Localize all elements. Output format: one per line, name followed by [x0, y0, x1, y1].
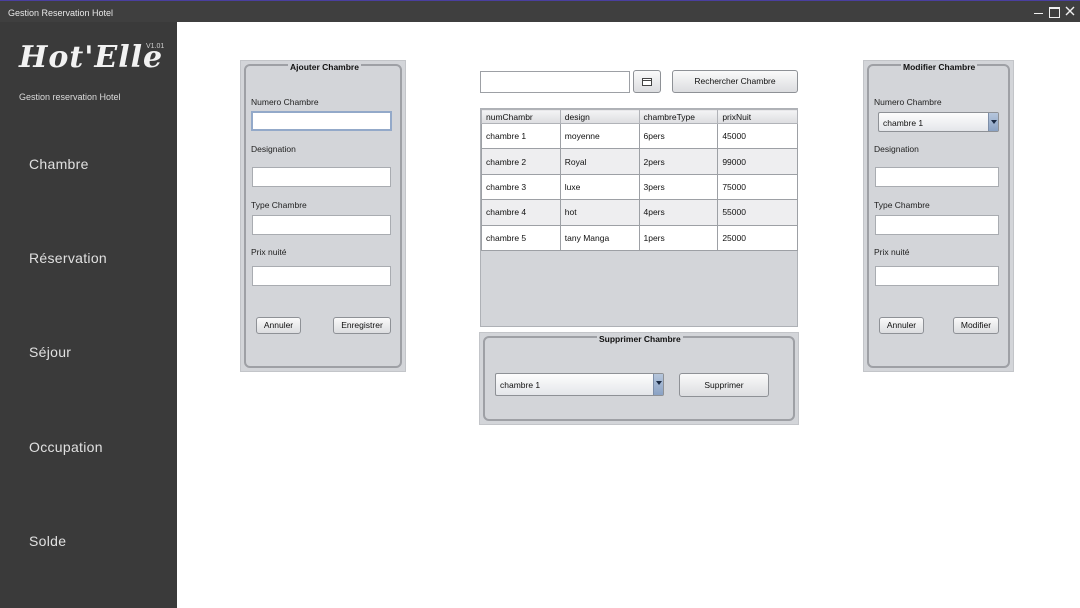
- table-cell[interactable]: 55000: [717, 199, 798, 226]
- window-title: Gestion Reservation Hotel: [8, 8, 114, 18]
- add-room-panel: Ajouter Chambre Numero Chambre Designati…: [240, 60, 406, 372]
- table-row[interactable]: chambre 2 Royal 2pers 99000: [481, 148, 798, 175]
- close-icon[interactable]: [1063, 4, 1077, 18]
- numero-input[interactable]: [253, 113, 390, 129]
- edit-room-selected: chambre 1: [883, 118, 924, 128]
- table-row[interactable]: chambre 5 tany Manga 1pers 25000: [481, 224, 798, 251]
- edit-numero-label: Numero Chambre: [874, 97, 942, 107]
- edit-type-input[interactable]: [876, 216, 998, 234]
- table-cell[interactable]: 75000: [717, 173, 798, 201]
- delete-room-select[interactable]: chambre 1: [495, 373, 664, 396]
- table-cell[interactable]: tany Manga: [559, 224, 640, 251]
- search-room-button[interactable]: Rechercher Chambre: [672, 70, 798, 93]
- search-field[interactable]: [480, 71, 630, 93]
- col-header-prixnuit[interactable]: prixNuit: [717, 109, 798, 124]
- sidebar-item-solde[interactable]: Solde: [29, 533, 66, 549]
- chevron-down-icon[interactable]: [653, 374, 663, 395]
- table-cell[interactable]: hot: [559, 199, 640, 226]
- sidebar: Hot'Elle V1.01 Gestion reservation Hotel…: [0, 22, 177, 608]
- edit-cancel-button[interactable]: Annuler: [879, 317, 924, 334]
- table-cell[interactable]: luxe: [559, 173, 640, 201]
- prix-field[interactable]: [252, 266, 391, 286]
- search-icon-button[interactable]: [633, 70, 661, 93]
- edit-room-select[interactable]: chambre 1: [878, 112, 999, 132]
- designation-field[interactable]: [252, 167, 391, 187]
- title-bar: Gestion Reservation Hotel: [0, 0, 1080, 22]
- table-cell[interactable]: 25000: [717, 224, 798, 251]
- table-cell[interactable]: 99000: [717, 148, 798, 175]
- designation-label: Designation: [251, 144, 296, 154]
- delete-room-title: Supprimer Chambre: [597, 334, 683, 344]
- table-row[interactable]: chambre 1 moyenne 6pers 45000: [481, 122, 798, 150]
- sidebar-item-reservation[interactable]: Réservation: [29, 250, 107, 266]
- maximize-icon[interactable]: [1047, 4, 1061, 18]
- prix-label: Prix nuité: [251, 247, 287, 257]
- col-header-numchambr[interactable]: numChambr: [481, 109, 561, 124]
- table-cell[interactable]: 6pers: [638, 122, 719, 150]
- type-input[interactable]: [253, 216, 390, 234]
- folder-icon: [642, 78, 652, 86]
- table-cell[interactable]: 4pers: [638, 199, 719, 226]
- chevron-down-icon[interactable]: [988, 113, 998, 131]
- edit-designation-label: Designation: [874, 144, 919, 154]
- table-cell[interactable]: 1pers: [638, 224, 719, 251]
- table-header-row: numChambr design chambreType prixNuit: [481, 109, 798, 124]
- table-row[interactable]: chambre 3 luxe 3pers 75000: [481, 173, 798, 201]
- type-label: Type Chambre: [251, 200, 307, 210]
- app-subtitle: Gestion reservation Hotel: [19, 92, 121, 102]
- numero-field[interactable]: [251, 111, 392, 131]
- add-cancel-button[interactable]: Annuler: [256, 317, 301, 334]
- add-save-button[interactable]: Enregistrer: [333, 317, 391, 334]
- sidebar-item-occupation[interactable]: Occupation: [29, 439, 103, 455]
- table-cell[interactable]: chambre 5: [481, 224, 561, 251]
- edit-designation-field[interactable]: [875, 167, 999, 187]
- table-row[interactable]: chambre 4 hot 4pers 55000: [481, 199, 798, 226]
- table-cell[interactable]: chambre 2: [481, 148, 561, 175]
- delete-room-selected: chambre 1: [500, 380, 541, 390]
- edit-prix-field[interactable]: [875, 266, 999, 286]
- table-cell[interactable]: 45000: [717, 122, 798, 150]
- edit-prix-input[interactable]: [876, 267, 998, 285]
- version-label: V1.01: [146, 43, 165, 50]
- rooms-table: numChambr design chambreType prixNuit ch…: [480, 108, 798, 327]
- edit-room-title: Modifier Chambre: [901, 62, 978, 72]
- main-content: Ajouter Chambre Numero Chambre Designati…: [177, 22, 1080, 608]
- edit-designation-input[interactable]: [876, 168, 998, 186]
- table-cell[interactable]: 3pers: [638, 173, 719, 201]
- add-room-title: Ajouter Chambre: [288, 62, 361, 72]
- table-cell[interactable]: chambre 4: [481, 199, 561, 226]
- edit-type-label: Type Chambre: [874, 200, 930, 210]
- col-header-chambretype[interactable]: chambreType: [638, 109, 719, 124]
- table-cell[interactable]: chambre 3: [481, 173, 561, 201]
- edit-prix-label: Prix nuité: [874, 247, 910, 257]
- table-cell[interactable]: chambre 1: [481, 122, 561, 150]
- edit-type-field[interactable]: [875, 215, 999, 235]
- table-cell[interactable]: 2pers: [638, 148, 719, 175]
- edit-room-panel: Modifier Chambre Numero Chambre chambre …: [863, 60, 1014, 372]
- table-cell[interactable]: Royal: [559, 148, 640, 175]
- numero-label: Numero Chambre: [251, 97, 319, 107]
- search-input[interactable]: [481, 72, 629, 92]
- sidebar-item-chambre[interactable]: Chambre: [29, 156, 89, 172]
- modify-button[interactable]: Modifier: [953, 317, 999, 334]
- delete-button[interactable]: Supprimer: [679, 373, 769, 397]
- minimize-icon[interactable]: [1031, 4, 1045, 18]
- col-header-design[interactable]: design: [559, 109, 640, 124]
- table-cell[interactable]: moyenne: [559, 122, 640, 150]
- app-logo: Hot'Elle: [19, 40, 164, 75]
- prix-input[interactable]: [253, 267, 390, 285]
- type-field[interactable]: [252, 215, 391, 235]
- designation-input[interactable]: [253, 168, 390, 186]
- sidebar-item-sejour[interactable]: Séjour: [29, 344, 71, 360]
- delete-room-panel: Supprimer Chambre chambre 1 Supprimer: [479, 332, 799, 425]
